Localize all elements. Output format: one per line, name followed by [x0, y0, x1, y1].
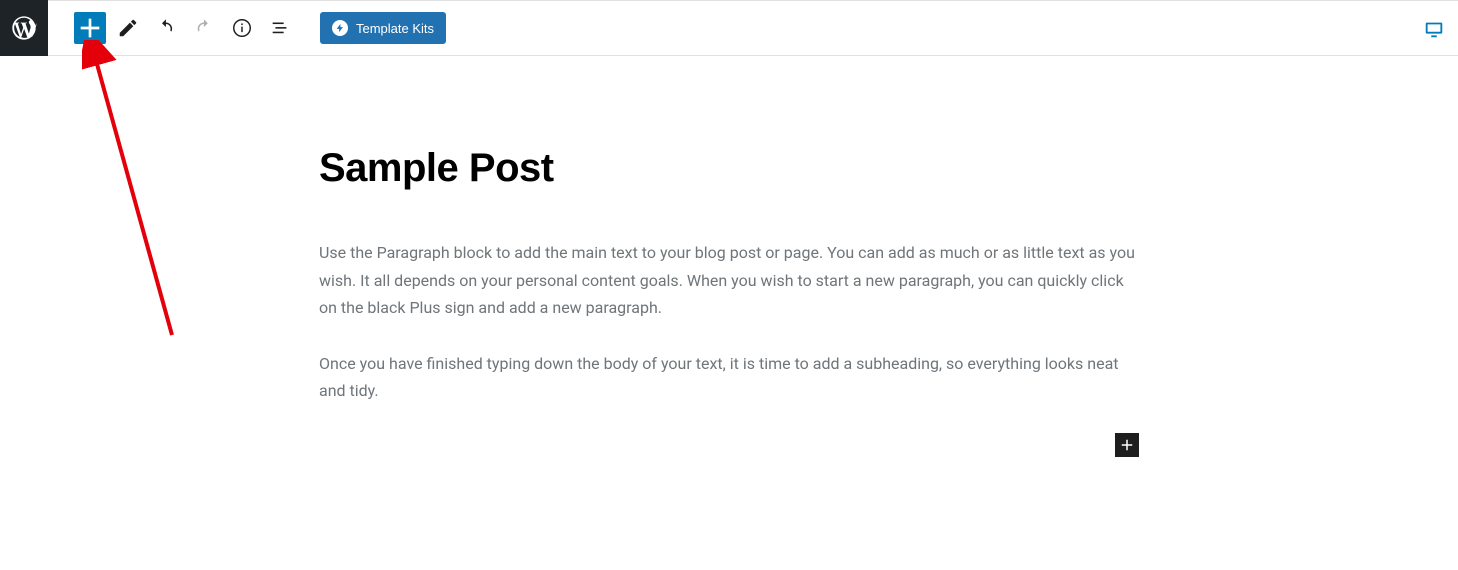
wordpress-logo[interactable]: [0, 0, 48, 56]
bolt-icon: [332, 20, 348, 36]
editor-topbar: Template Kits: [0, 0, 1458, 56]
pencil-icon: [117, 17, 139, 39]
edit-tool-button[interactable]: [112, 12, 144, 44]
desktop-icon: [1423, 18, 1445, 40]
post-title[interactable]: Sample Post: [319, 146, 1139, 191]
template-kits-label: Template Kits: [356, 21, 434, 36]
insert-block-button[interactable]: [1115, 433, 1139, 457]
add-block-button[interactable]: [74, 12, 106, 44]
info-icon: [231, 17, 253, 39]
list-icon: [269, 17, 291, 39]
template-kits-button[interactable]: Template Kits: [320, 12, 446, 44]
plus-icon: [74, 12, 106, 44]
wordpress-icon: [10, 14, 38, 42]
paragraph-block[interactable]: Use the Paragraph block to add the main …: [319, 239, 1139, 322]
plus-icon: [1118, 436, 1136, 454]
undo-button[interactable]: [150, 12, 182, 44]
preview-button[interactable]: [1420, 15, 1448, 43]
topbar-right: [1420, 1, 1448, 57]
undo-icon: [155, 17, 177, 39]
info-button[interactable]: [226, 12, 258, 44]
redo-icon: [193, 17, 215, 39]
paragraph-block[interactable]: Once you have finished typing down the b…: [319, 350, 1139, 405]
editor-toolbar: Template Kits: [48, 12, 446, 44]
post-content: Sample Post Use the Paragraph block to a…: [319, 56, 1139, 457]
outline-button[interactable]: [264, 12, 296, 44]
editor-canvas: Sample Post Use the Paragraph block to a…: [0, 56, 1458, 570]
redo-button[interactable]: [188, 12, 220, 44]
